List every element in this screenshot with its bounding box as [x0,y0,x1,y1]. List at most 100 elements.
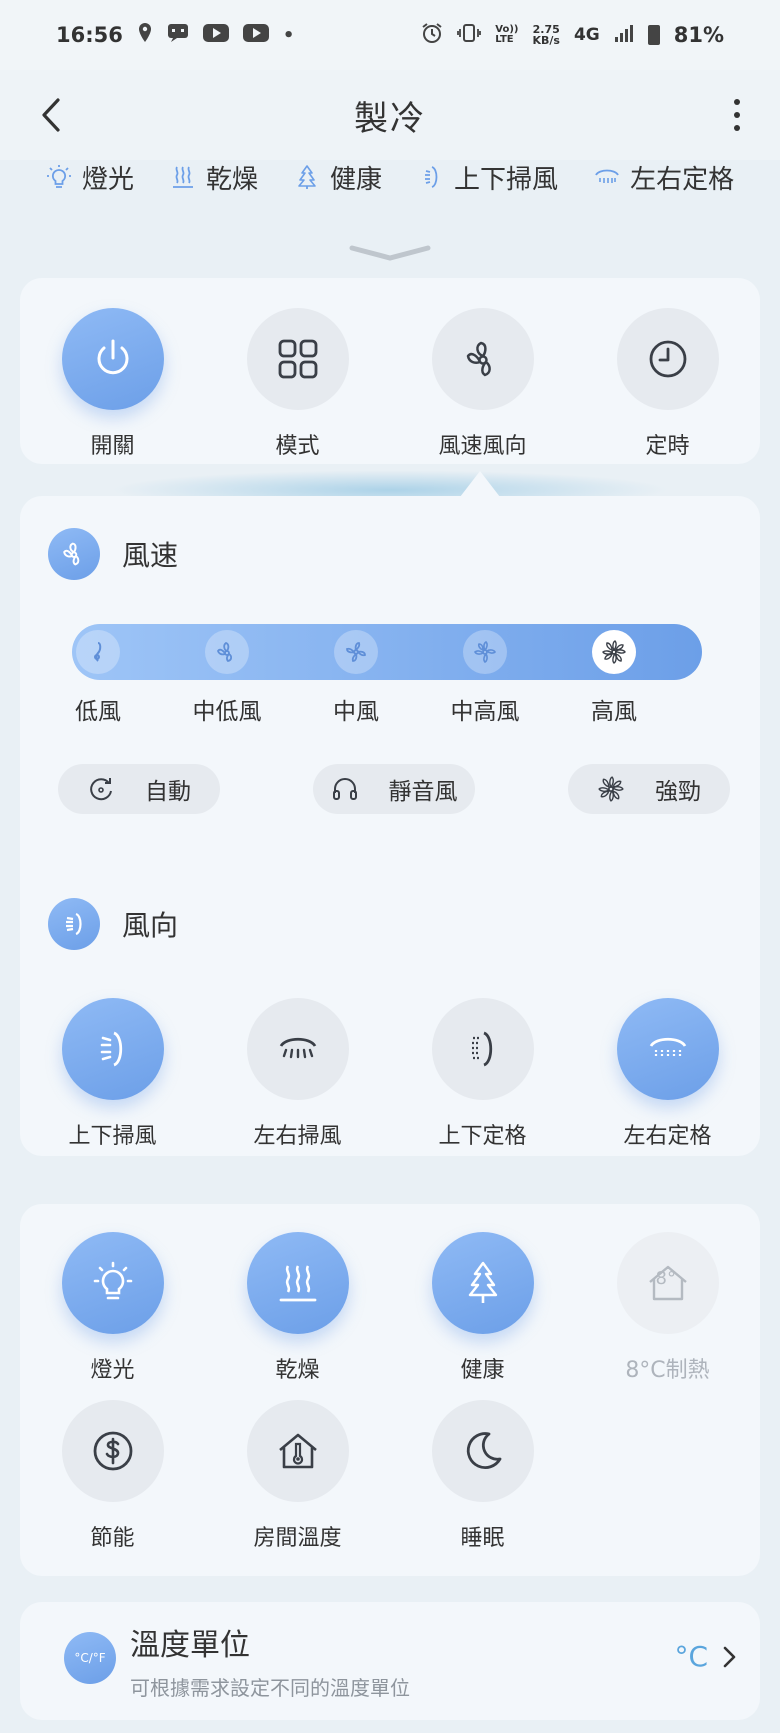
horizontal-swing-button[interactable]: 左右掃風 [205,998,390,1150]
auto-icon [90,778,112,801]
fan-speed-direction-button[interactable]: 風速風向 [390,308,575,460]
sleep-button[interactable]: 睡眠 [390,1400,575,1552]
speed-label: 中高風 [450,699,520,725]
room-temperature-button[interactable]: 房間溫度 [205,1400,390,1552]
active-tag: 健康 [294,160,382,195]
more-dot [734,112,740,118]
fan-speed-slider[interactable] [72,624,702,680]
horizontal-fixed-icon [649,1037,686,1057]
speed-level-mid-high[interactable] [463,630,507,674]
location-icon [137,22,153,49]
horizontal-fixed-icon [595,169,619,183]
more-dot [734,125,740,131]
vertical-swing-icon [425,166,438,188]
dry-icon [173,166,194,188]
chevron-left-icon [42,98,60,132]
quick-controls-card: 開關 模式 風速風向 定時 [20,278,760,464]
chevron-right-icon [720,1642,740,1672]
auto-fan-button[interactable]: 自動 [58,764,220,814]
energy-saving-button[interactable]: 節能 [20,1400,205,1552]
speed-level-mid-low[interactable] [205,630,249,674]
vertical-swing-icon [100,1031,122,1067]
light-button[interactable]: 燈光 [20,1232,205,1384]
turbo-fan-button[interactable]: 強勁 [568,764,730,814]
chevron-down-icon [349,245,431,261]
selection-pointer [460,471,500,497]
speed-label: 高風 [591,699,637,725]
fan-low-icon [94,642,102,662]
more-options-button[interactable] [722,92,752,138]
youtube-icon [242,23,269,47]
tree-icon [298,165,316,189]
fan-speed-labels: 低風 中低風 中風 中高風 高風 [72,692,702,725]
horizontal-swing-icon [279,1037,316,1059]
youtube-icon [202,23,229,47]
clock-time: 16:56 [56,23,123,47]
horizontal-fixed-button[interactable]: 左右定格 [575,998,760,1150]
active-tag: 上下掃風 [418,160,558,195]
temperature-unit-title: 溫度單位 [130,1628,250,1663]
bulb-icon [93,1261,132,1300]
wind-direction-header: 風向 [48,898,178,950]
fan-mid-icon [346,642,366,662]
house-thermometer-icon [278,1433,317,1469]
8c-heating-button[interactable]: 8° 8°C制熱 [575,1232,760,1384]
network-type: 4G [573,25,600,45]
speed-level-low[interactable] [76,630,120,674]
timer-button[interactable]: 定時 [575,308,760,460]
grid-icon [278,339,317,379]
moon-icon [466,1432,501,1469]
dollar-icon [93,1431,132,1471]
fan-settings-card: 風速 低風 中低風 中風 中高風 高風 自動 靜音風 強勁 風向 上下掃風 左右… [20,496,760,1156]
app-header: 製冷 [0,70,780,160]
clock-icon [649,340,686,378]
temperature-unit-description: 可根據需求設定不同的溫度單位 [130,1676,410,1700]
vertical-swing-button[interactable]: 上下掃風 [20,998,205,1150]
collapse-handle[interactable] [348,242,432,264]
power-button[interactable]: 開關 [20,308,205,460]
bulb-icon [47,165,71,188]
wind-direction-options: 上下掃風 左右掃風 上下定格 左右定格 [20,998,760,1150]
fan-speed-title: 風速 [122,539,179,572]
speed-level-high[interactable] [592,630,636,674]
battery-icon [647,25,660,45]
more-dot [734,99,740,105]
active-tag: 左右定格 [594,160,734,195]
vertical-fixed-button[interactable]: 上下定格 [390,998,575,1150]
wind-direction-title: 風向 [122,909,179,942]
headphones-icon [332,778,357,800]
fan-mid-low-icon [217,642,233,662]
vertical-fixed-icon [471,1031,492,1067]
active-tag: 燈光 [46,160,134,195]
speed-level-mid[interactable] [334,630,378,674]
power-icon [97,339,128,375]
dry-icon [279,1265,316,1302]
vibrate-icon [457,23,482,48]
speed-label: 中風 [333,699,379,725]
fan-mid-high-icon [474,641,496,663]
fan-speed-header: 風速 [48,528,178,580]
speed-label: 低風 [75,699,121,725]
fan-icon [466,341,491,377]
temperature-unit-row[interactable]: °C/°F 溫度單位 可根據需求設定不同的溫度單位 °C [20,1602,760,1720]
temperature-unit-icon: °C/°F [64,1632,116,1684]
battery-level: 81% [673,23,724,47]
active-tag: 乾燥 [170,160,258,195]
functions-card: 燈光 乾燥 健康 8° 8°C制熱 節能 房間溫度 睡眠 [20,1204,760,1576]
tree-icon [468,1261,497,1303]
notification-dot: • [282,24,295,46]
back-button[interactable] [34,92,74,138]
volte-icon: Vo)) LTE [495,24,519,45]
mode-button[interactable]: 模式 [205,308,390,460]
dry-button[interactable]: 乾燥 [205,1232,390,1384]
message-icon [167,23,189,48]
alarm-icon [421,22,443,49]
quiet-fan-button[interactable]: 靜音風 [313,764,475,814]
temperature-unit-value: °C [674,1640,708,1673]
fan-high-icon [602,640,626,664]
signal-icon [614,23,634,48]
health-button[interactable]: 健康 [390,1232,575,1384]
fan-mode-options: 自動 靜音風 強勁 [58,764,730,814]
data-speed: 2.75 KB/s [532,23,560,47]
status-bar: 16:56 • Vo)) LTE 2.75 KB/s 4G 81% [0,0,780,70]
